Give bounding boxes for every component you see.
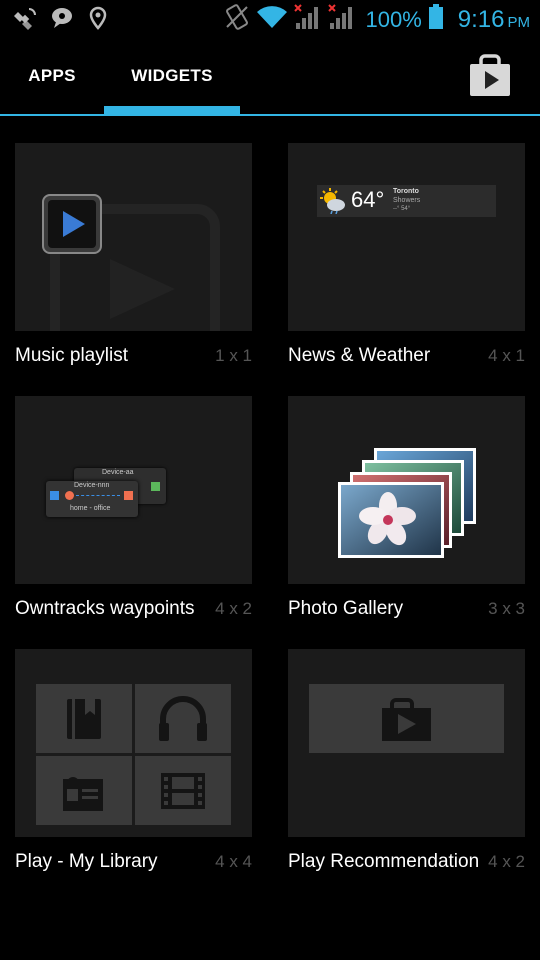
clock-time: 9:16 [457, 5, 505, 33]
wifi-icon [256, 4, 288, 35]
status-bar: 100% 9:16 PM [0, 0, 540, 38]
widget-size: 1 x 1 [215, 346, 252, 365]
signal-no-service-icon [293, 3, 322, 36]
chat-bubble-icon [50, 6, 74, 35]
play-store-button[interactable] [464, 52, 516, 100]
widget-size: 4 x 2 [488, 852, 525, 871]
tab-divider [0, 114, 540, 116]
waypoint-card-label: Device-nnn [74, 482, 110, 489]
my-library-preview [36, 684, 231, 825]
music-playlist-preview [42, 194, 220, 331]
tab-selected-indicator [104, 106, 240, 114]
widget-name: Photo Gallery [288, 598, 404, 619]
widget-size: 3 x 3 [488, 599, 525, 618]
widget-name: Play - My Library [15, 851, 158, 872]
waypoint-marker [50, 491, 59, 500]
signal-no-service-icon [327, 3, 356, 36]
widget-name: Owntracks waypoints [15, 598, 195, 619]
widget-name: Music playlist [15, 345, 128, 366]
weather-range: --° 54° [393, 206, 411, 212]
waypoint-route-line [76, 495, 120, 496]
tab-widgets[interactable]: WIDGETS [104, 38, 240, 114]
location-pin-icon [86, 6, 110, 35]
waypoint-card-label: Device-aa [102, 469, 134, 476]
widget-preview [288, 396, 525, 584]
clock-ampm: PM [507, 13, 531, 31]
weather-city: Toronto [393, 188, 419, 195]
weather-preview-bar: 64° Toronto Showers --° 54° [317, 185, 496, 217]
waypoint-marker [65, 491, 74, 500]
widget-preview [15, 649, 252, 837]
recommendations-preview [309, 684, 504, 753]
widget-preview [288, 649, 525, 837]
widget-preview [15, 143, 252, 331]
waypoint-card-front: Device-nnn home - office [46, 481, 138, 517]
widget-size: 4 x 2 [215, 599, 252, 618]
waypoint-marker [151, 482, 160, 491]
battery-percent: 100% [365, 6, 422, 32]
tab-bar: APPS WIDGETS [0, 38, 540, 116]
photo-stack-preview [338, 448, 476, 558]
weather-temp: 64° [351, 187, 385, 212]
tab-apps[interactable]: APPS [0, 38, 104, 114]
widget-name: News & Weather [288, 345, 431, 366]
shopping-bag-icon [470, 54, 510, 96]
battery-icon [428, 4, 444, 35]
magazine-icon [63, 777, 103, 811]
book-icon [67, 699, 101, 739]
satellite-icon [14, 6, 38, 35]
widget-preview: Device-aa Device-nnn home - office [15, 396, 252, 584]
waypoint-card-label: home - office [70, 505, 111, 512]
sun-cloud-icon [320, 188, 345, 214]
film-icon [161, 773, 205, 809]
widget-size: 4 x 1 [488, 346, 525, 365]
weather-condition: Showers [393, 197, 421, 204]
widget-size: 4 x 4 [215, 852, 252, 871]
waypoint-marker [124, 491, 133, 500]
no-vibrate-icon [224, 3, 250, 36]
widget-preview: 64° Toronto Showers --° 54° [288, 143, 525, 331]
widget-name: Play Recommendations [288, 851, 478, 872]
